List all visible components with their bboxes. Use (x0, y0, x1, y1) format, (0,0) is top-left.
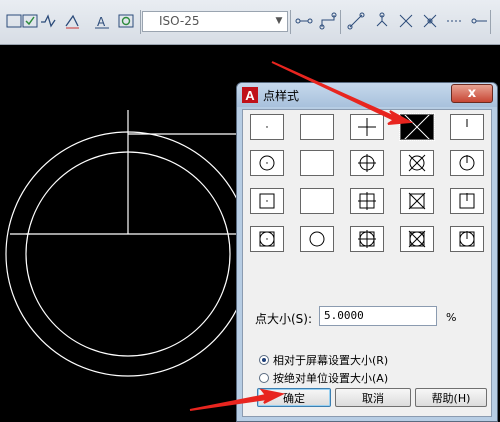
toolbar-separator (140, 10, 141, 34)
point-style-square-dot[interactable] (250, 188, 284, 214)
toolbar-separator (290, 10, 291, 34)
point-size-input[interactable]: 5.0000 (319, 306, 437, 326)
point-style-circle-square-cross[interactable] (400, 226, 434, 252)
point-style-circle[interactable] (300, 150, 334, 176)
dim-aligned-icon[interactable] (20, 11, 40, 31)
point-style-dot[interactable] (250, 114, 284, 140)
point-size-unit: % (446, 311, 457, 324)
radio-absolute-indicator[interactable] (259, 373, 269, 383)
point-style-empty[interactable] (300, 114, 334, 140)
radio-absolute-units[interactable]: 按绝对单位设置大小(A) (259, 370, 388, 386)
tolerance-icon[interactable] (470, 11, 490, 31)
point-style-square-cross[interactable] (400, 188, 434, 214)
point-style-circle-square-dot[interactable] (250, 226, 284, 252)
point-style-circle-dot[interactable] (250, 150, 284, 176)
point-style-plus[interactable] (350, 114, 384, 140)
continue-icon[interactable] (396, 11, 416, 31)
point-style-cross[interactable] (399, 113, 435, 141)
dim-diameter-icon[interactable] (294, 11, 314, 31)
baseline-icon[interactable] (372, 11, 392, 31)
point-style-circle-plus[interactable] (350, 150, 384, 176)
toolbar-separator (490, 10, 491, 34)
help-button[interactable]: 帮助(H) (415, 388, 487, 407)
dimension-toolbar: ISO-25 ▼ A (0, 0, 500, 45)
ok-button[interactable]: 确定 (257, 388, 331, 407)
dim-radius-icon[interactable]: A (92, 11, 112, 31)
title-bar[interactable]: A 点样式 x (237, 83, 497, 107)
cancel-button[interactable]: 取消 (335, 388, 411, 407)
dim-break-icon[interactable] (444, 11, 464, 31)
point-style-tick[interactable] (450, 114, 484, 140)
dim-ordinate-icon[interactable] (62, 11, 82, 31)
dim-jogged-icon[interactable] (116, 11, 136, 31)
dialog-title: 点样式 (263, 89, 300, 103)
point-style-circle-cross[interactable] (400, 150, 434, 176)
point-style-circle-square[interactable] (300, 226, 334, 252)
dimension-style-combo[interactable]: ISO-25 ▼ (142, 11, 288, 32)
point-size-label: 点大小(S): (255, 312, 313, 326)
svg-text:A: A (97, 15, 106, 29)
dim-arc-icon[interactable] (38, 11, 58, 31)
dimension-style-value: ISO-25 (159, 14, 200, 28)
toolbar-separator (340, 10, 341, 34)
point-style-circle-tick[interactable] (450, 150, 484, 176)
radio-relative-to-screen[interactable]: 相对于屏幕设置大小(R) (259, 352, 388, 368)
quick-dim-icon[interactable] (346, 11, 366, 31)
point-style-square-plus[interactable] (350, 188, 384, 214)
dim-angular-icon[interactable] (318, 11, 338, 31)
dialog-client-area: 点大小(S): 5.0000 % 相对于屏幕设置大小(R) 按绝对单位设置大小(… (242, 109, 492, 417)
point-style-circle-square-plus[interactable] (350, 226, 384, 252)
point-style-square[interactable] (300, 188, 334, 214)
radio-relative-label: 相对于屏幕设置大小(R) (273, 354, 389, 367)
chevron-down-icon[interactable]: ▼ (271, 12, 287, 31)
radio-absolute-label: 按绝对单位设置大小(A) (273, 372, 389, 385)
autocad-app-icon: A (242, 87, 258, 103)
point-style-circle-square-tick[interactable] (450, 226, 484, 252)
close-button[interactable]: x (451, 84, 493, 103)
point-style-dialog: A 点样式 x 点大小(S): 5.0000 % 相对于屏幕设置大小(R) 按绝… (236, 82, 498, 422)
radio-relative-indicator[interactable] (259, 355, 269, 365)
dim-space-icon[interactable] (420, 11, 440, 31)
point-style-square-tick[interactable] (450, 188, 484, 214)
